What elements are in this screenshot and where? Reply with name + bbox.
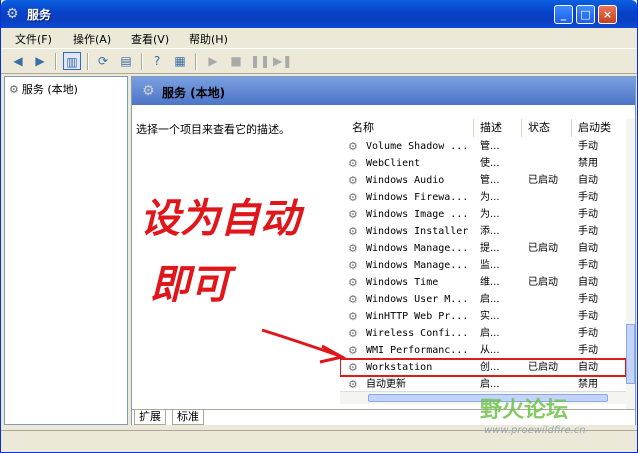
annotation-arrow-icon [261,328,347,364]
watermark-logo: 野火论坛 [480,398,569,423]
watermark-url: www.proewildfire.cn [484,425,586,436]
